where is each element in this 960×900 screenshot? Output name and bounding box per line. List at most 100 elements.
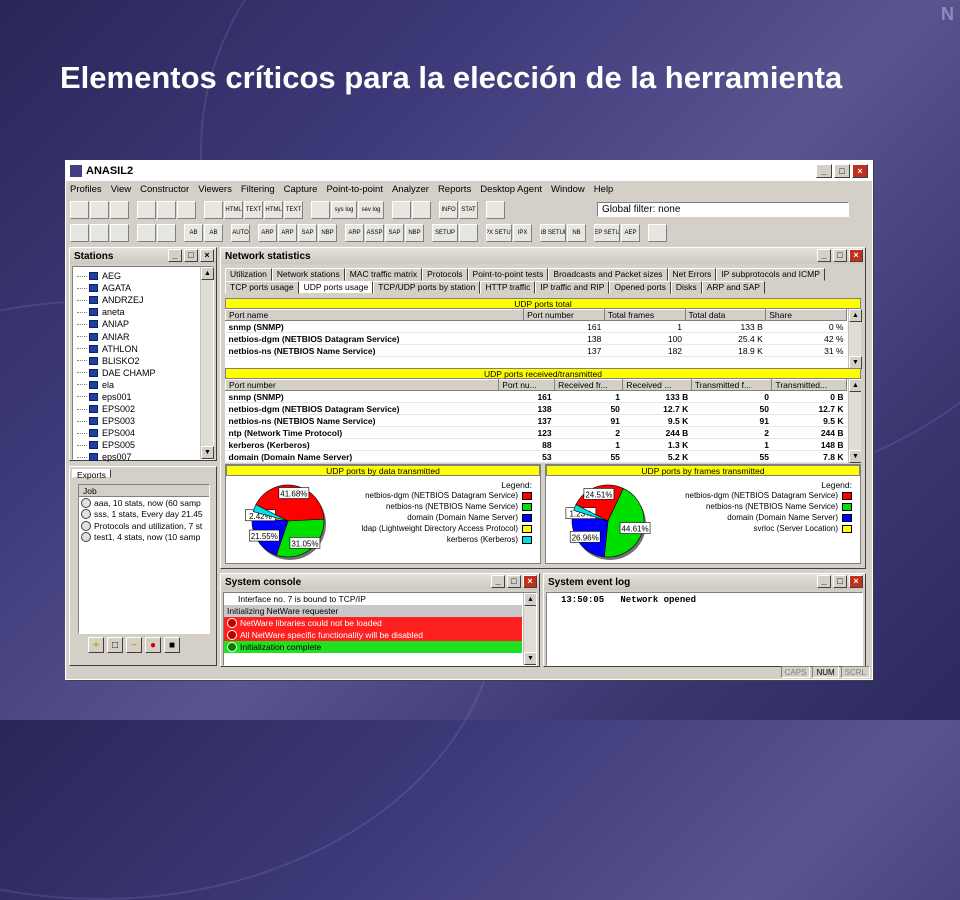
menu-item-window[interactable]: Window [551, 184, 585, 195]
tab-tcp-ports-usage[interactable]: TCP ports usage [225, 281, 299, 294]
menu-item-profiles[interactable]: Profiles [70, 184, 102, 195]
toolbar-button[interactable]: ARP [345, 224, 364, 242]
column-header[interactable]: Port number [225, 379, 500, 391]
tab-http-traffic[interactable]: HTTP traffic [480, 281, 536, 294]
table-row[interactable]: domain (Domain Name Server) 53 55 5.2 K 55 7.… [225, 450, 847, 463]
menu-item-view[interactable]: View [111, 184, 131, 195]
station-item[interactable]: AEG [73, 270, 213, 282]
stations-scrollbar[interactable]: ▲ ▼ [200, 267, 214, 459]
toolbar-button[interactable]: NB [567, 224, 586, 242]
console-minimize-button[interactable]: _ [491, 575, 505, 588]
tab-utilization[interactable]: Utilization [225, 268, 272, 281]
station-item[interactable]: EPS004 [73, 427, 213, 439]
stations-minimize-button[interactable]: _ [168, 249, 182, 262]
table-row[interactable]: netbios-ns (NETBIOS Name Service) 137 91 9.… [225, 414, 847, 427]
toolbar-button[interactable] [70, 224, 89, 242]
toolbar-button[interactable]: ARP [278, 224, 297, 242]
maximize-button[interactable]: □ [834, 164, 850, 178]
eventlog-maximize-button[interactable]: □ [833, 575, 847, 588]
toolbar-button[interactable]: SAP [298, 224, 317, 242]
netstats-minimize-button[interactable]: _ [817, 249, 831, 262]
column-header[interactable]: Transmitted... [771, 379, 847, 391]
station-item[interactable]: EPS005 [73, 439, 213, 451]
toolbar-button[interactable] [177, 201, 196, 219]
tab-ip-traffic-and-rip[interactable]: IP traffic and RIP [535, 281, 610, 294]
job-item[interactable]: Protocols and utilization, 7 st [79, 520, 209, 532]
edit-job-button[interactable]: □ [107, 637, 123, 653]
toolbar-button[interactable]: HTML [224, 201, 243, 219]
toolbar-button[interactable]: AEP [621, 224, 640, 242]
toolbar-button[interactable]: SETUP [432, 224, 458, 242]
station-item[interactable]: DAE CHAMP [73, 367, 213, 379]
toolbar-button[interactable] [157, 224, 176, 242]
tab-net-errors[interactable]: Net Errors [667, 268, 717, 281]
job-item[interactable]: sss, 1 stats, Every day 21.45 [79, 509, 209, 521]
station-item[interactable]: eps001 [73, 391, 213, 403]
toolbar-button[interactable]: sev log [358, 201, 384, 219]
console-close-button[interactable]: × [523, 575, 537, 588]
menu-item-viewers[interactable]: Viewers [198, 184, 232, 195]
menu-item-capture[interactable]: Capture [284, 184, 318, 195]
station-item[interactable]: ANIAP [73, 318, 213, 330]
tab-point-to-point-tests[interactable]: Point-to-point tests [467, 268, 549, 281]
eventlog-minimize-button[interactable]: _ [817, 575, 831, 588]
station-item[interactable]: ANDRZEJ [73, 294, 213, 306]
toolbar-button[interactable]: SAP [385, 224, 404, 242]
udp-rt-scrollbar[interactable]: ▲ ▼ [848, 379, 861, 463]
toolbar-button[interactable] [392, 201, 411, 219]
remove-job-button[interactable]: − [126, 637, 142, 653]
toolbar-button[interactable] [459, 224, 478, 242]
toolbar-button[interactable]: ARP [258, 224, 277, 242]
column-header[interactable]: Total frames [603, 309, 686, 321]
toolbar-button[interactable] [90, 224, 109, 242]
toolbar-button[interactable]: INFO [439, 201, 458, 219]
tab-protocols[interactable]: Protocols [422, 268, 468, 281]
menu-item-point-to-point[interactable]: Point-to-point [326, 184, 383, 195]
station-item[interactable]: EPS003 [73, 415, 213, 427]
toolbar-button[interactable]: AUTO [231, 224, 250, 242]
column-header[interactable]: Transmitted f... [690, 379, 773, 391]
station-item[interactable]: ela [73, 379, 213, 391]
menu-item-analyzer[interactable]: Analyzer [392, 184, 429, 195]
table-row[interactable]: kerberos (Kerberos) 88 1 1.3 K 1 148 B [225, 438, 847, 451]
toolbar-button[interactable]: NB SETUP [540, 224, 566, 242]
menu-item-reports[interactable]: Reports [438, 184, 471, 195]
toolbar-button[interactable]: ASSP [365, 224, 384, 242]
toolbar-button[interactable] [90, 201, 109, 219]
toolbar-button[interactable] [137, 201, 156, 219]
udp-total-scrollbar[interactable]: ▲ ▼ [848, 309, 862, 369]
menu-item-constructor[interactable]: Constructor [140, 184, 189, 195]
station-item[interactable]: BLISKO2 [73, 355, 213, 367]
eventlog-close-button[interactable]: × [849, 575, 863, 588]
column-header[interactable]: Received ... [622, 379, 692, 391]
netstats-close-button[interactable]: × [849, 249, 863, 262]
table-row[interactable]: snmp (SNMP) 161 1 133 B0 % [225, 320, 847, 333]
minimize-button[interactable]: _ [816, 164, 832, 178]
toolbar-button[interactable]: TEXT [284, 201, 303, 219]
station-item[interactable]: aneta [73, 306, 213, 318]
toolbar-button[interactable] [110, 201, 129, 219]
table-row[interactable]: netbios-ns (NETBIOS Name Service) 137 182 1… [225, 344, 847, 357]
job-item[interactable]: test1, 4 stats, now (10 samp [79, 532, 209, 544]
tab-opened-ports[interactable]: Opened ports [609, 281, 671, 294]
tab-tcp-udp-ports-by-station[interactable]: TCP/UDP ports by station [373, 281, 481, 294]
toolbar-button[interactable]: NBP [405, 224, 424, 242]
station-item[interactable]: eps007 [73, 451, 213, 463]
station-item[interactable]: ANIAR [73, 330, 213, 342]
table-row[interactable]: netbios-dgm (NETBIOS Datagram Service) 13… [225, 402, 847, 415]
column-header[interactable]: Total data [684, 309, 767, 321]
tab-exports[interactable]: Exports [72, 469, 111, 480]
tab-mac-traffic-matrix[interactable]: MAC traffic matrix [344, 268, 423, 281]
toolbar-button[interactable] [412, 201, 431, 219]
toolbar-button[interactable] [70, 201, 89, 219]
toolbar-button[interactable]: IPX [513, 224, 532, 242]
console-maximize-button[interactable]: □ [507, 575, 521, 588]
stations-maximize-button[interactable]: □ [184, 249, 198, 262]
toolbar-button[interactable] [311, 201, 330, 219]
tab-network-stations[interactable]: Network stations [271, 268, 345, 281]
toolbar-button[interactable]: IPX SETUP [486, 224, 512, 242]
toolbar-button[interactable] [137, 224, 156, 242]
toolbar-button[interactable] [204, 201, 223, 219]
station-item[interactable]: ATHLON [73, 343, 213, 355]
job-item[interactable]: aaa, 10 stats, now (60 samp [79, 497, 209, 509]
